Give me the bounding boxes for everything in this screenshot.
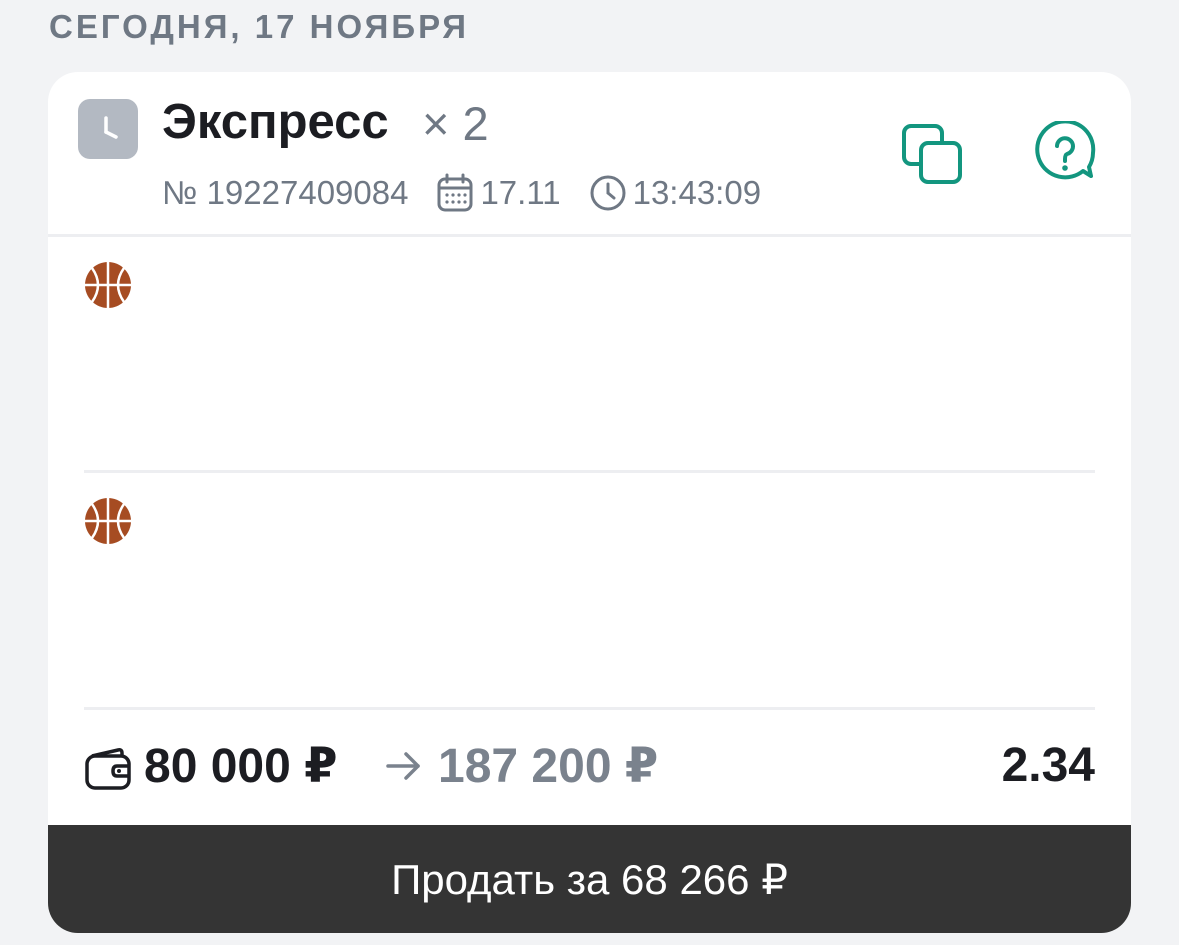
event-item[interactable] (84, 237, 1095, 473)
clock-badge-icon (78, 99, 138, 159)
basketball-icon (85, 498, 131, 544)
bet-number: № 19227409084 (162, 174, 409, 211)
bet-time: 13:43:09 (632, 174, 762, 211)
date-header: СЕГОДНЯ, 17 НОЯБРЯ (49, 8, 470, 45)
sell-button[interactable]: Продать за 68 266 ₽ (48, 825, 1131, 933)
basketball-icon (85, 262, 131, 308)
bet-meta-row: № 19227409084 17.11 13:43:09 (162, 172, 761, 214)
copy-button[interactable] (900, 122, 964, 186)
bet-date: 17.11 (480, 174, 561, 211)
bet-summary: 80 000 ₽ 187 200 ₽ 2.34 (84, 734, 1095, 800)
bet-card: Экспресс × 2 № 19227409084 17.11 13:43:0… (48, 72, 1131, 933)
potential-payout: 187 200 ₽ (438, 740, 659, 793)
time-icon (589, 174, 627, 212)
wallet-icon (85, 748, 131, 790)
arrow-right-icon (386, 752, 420, 780)
summary-divider (84, 707, 1095, 710)
stake-amount: 80 000 ₽ (144, 740, 338, 793)
help-button[interactable] (1032, 120, 1098, 186)
total-odds: 2.34 (1001, 739, 1095, 792)
copy-icon (902, 124, 962, 184)
calendar-icon (436, 173, 474, 213)
bet-type-title: Экспресс (162, 95, 389, 149)
event-item[interactable] (84, 473, 1095, 709)
question-bubble-icon (1035, 121, 1096, 180)
bet-multiplier: × 2 (422, 97, 489, 150)
